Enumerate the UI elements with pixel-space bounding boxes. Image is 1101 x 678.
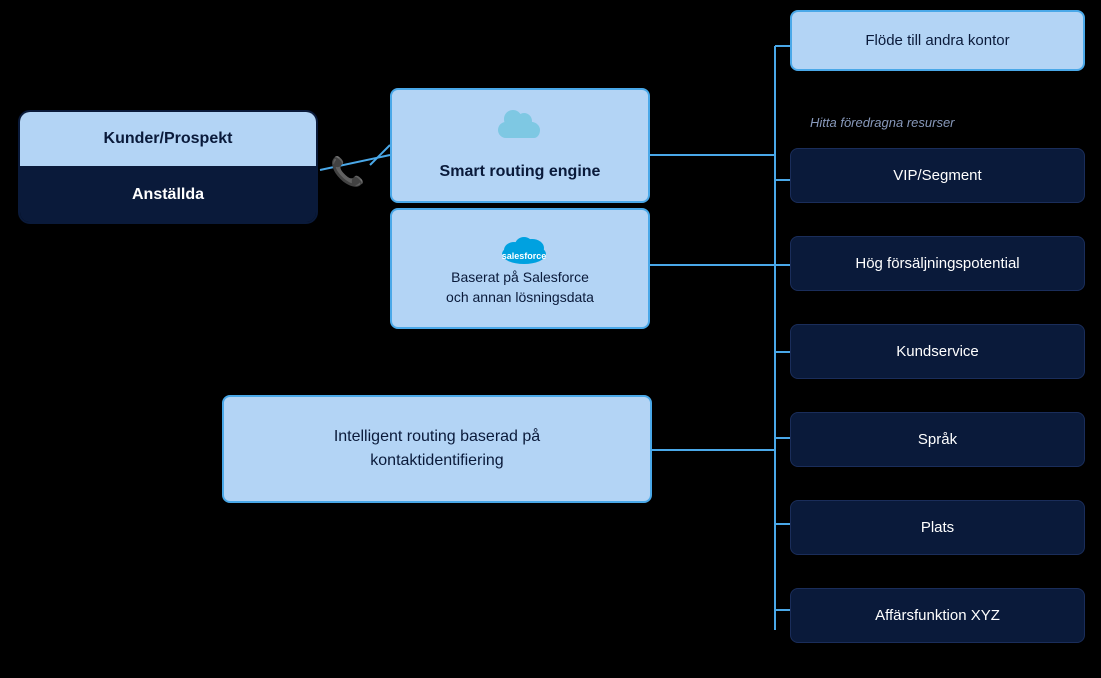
flode-label: Flöde till andra kontor (807, 32, 1068, 49)
intelligent-routing-box: Intelligent routing baserad påkontaktide… (222, 395, 652, 503)
route-box-sprak: Språk (790, 412, 1085, 467)
left-caller-box: Kunder/Prospekt Anställda (18, 110, 318, 224)
smart-routing-box: Smart routing engine (390, 88, 650, 203)
salesforce-icon: salesforce (498, 230, 542, 260)
route-box-plats: Plats (790, 500, 1085, 555)
svg-text:salesforce: salesforce (502, 251, 547, 261)
phone-icon: 📞 (330, 155, 365, 188)
intelligent-routing-label: Intelligent routing baserad påkontaktide… (244, 425, 630, 473)
flode-box: Flöde till andra kontor (790, 10, 1085, 71)
salesforce-box: salesforce Baserat på Salesforceoch anna… (390, 208, 650, 329)
cloud-icon (407, 110, 633, 155)
diagram: Kunder/Prospekt Anställda 📞 Smart routin… (0, 0, 1101, 678)
right-section-heading: Hitta föredragna resurser (810, 115, 955, 130)
route-box-kundservice: Kundservice (790, 324, 1085, 379)
route-box-vip: VIP/Segment (790, 148, 1085, 203)
smart-routing-label: Smart routing engine (407, 163, 633, 181)
anstallda-label: Anställda (20, 168, 316, 222)
salesforce-label: Baserat på Salesforceoch annan lösningsd… (407, 268, 633, 307)
route-box-forsaljning: Hög försäljningspotential (790, 236, 1085, 291)
kunder-prospekt-label: Kunder/Prospekt (20, 112, 316, 168)
route-box-affarsfunktion: Affärsfunktion XYZ (790, 588, 1085, 643)
